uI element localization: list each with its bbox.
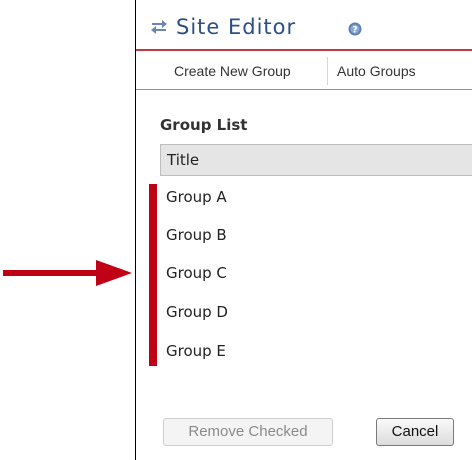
column-header-title[interactable]: Title <box>167 151 199 169</box>
svg-text:?: ? <box>352 26 357 36</box>
list-item-group-e[interactable]: Group E <box>166 342 226 360</box>
remove-checked-button[interactable]: Remove Checked <box>163 418 333 446</box>
tab-auto-groups[interactable]: Auto Groups <box>337 51 416 89</box>
annotation-arrow <box>3 260 132 286</box>
cancel-button[interactable]: Cancel <box>376 418 454 446</box>
list-item-group-d[interactable]: Group D <box>166 303 228 321</box>
site-editor-panel: Site Editor ? Create New Group Auto Grou… <box>135 0 472 460</box>
group-list-heading: Group List <box>160 116 248 134</box>
list-item-group-c[interactable]: Group C <box>166 264 227 282</box>
help-icon[interactable]: ? <box>348 22 362 36</box>
table-header: Title <box>160 144 472 176</box>
tab-bar: Create New Group Auto Groups <box>136 51 472 90</box>
page-title: Site Editor <box>176 15 297 39</box>
sync-icon <box>151 20 167 34</box>
annotation-highlight-bar <box>149 184 157 366</box>
editor-header: Site Editor ? <box>136 0 472 51</box>
tab-create-new-group[interactable]: Create New Group <box>174 51 291 89</box>
list-item-group-b[interactable]: Group B <box>166 226 227 244</box>
list-item-group-a[interactable]: Group A <box>166 188 227 206</box>
tab-divider <box>327 57 328 85</box>
